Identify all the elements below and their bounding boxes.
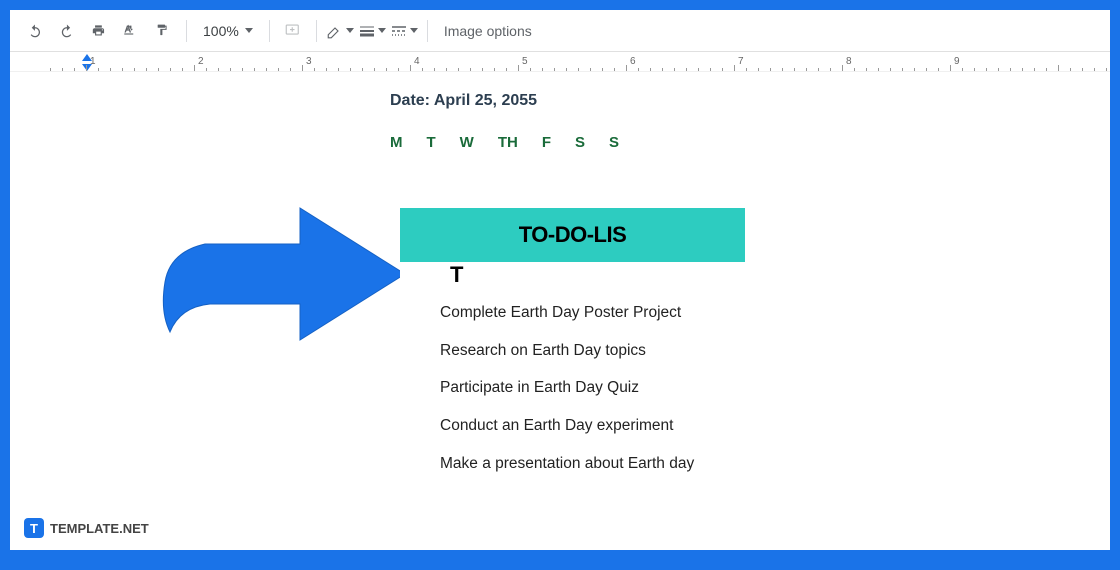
todo-item: Conduct an Earth Day experiment (440, 415, 725, 437)
redo-button[interactable] (52, 16, 82, 46)
ruler-number: 6 (630, 56, 636, 67)
toolbar-separator (316, 20, 317, 42)
todo-item: Complete Earth Day Poster Project (440, 302, 725, 324)
weekday-label: S (609, 134, 619, 151)
pointer-arrow-shape (150, 172, 410, 352)
ruler-number: 2 (198, 56, 204, 67)
horizontal-ruler[interactable]: 1 2 3 4 5 6 7 8 9 (10, 52, 1110, 72)
weekday-label: T (427, 134, 436, 151)
weekday-label: M (390, 134, 403, 151)
border-dash-button[interactable] (389, 16, 419, 46)
ruler-number: 8 (846, 56, 852, 67)
undo-button[interactable] (20, 16, 50, 46)
ruler-number: 4 (414, 56, 420, 67)
todo-item: Research on Earth Day topics (440, 340, 725, 362)
spellcheck-button[interactable]: A (116, 16, 146, 46)
image-options-button[interactable]: Image options (436, 23, 540, 39)
ruler-number: 5 (522, 56, 528, 67)
watermark-text: TEMPLATE.NET (50, 521, 149, 536)
chevron-down-icon (410, 28, 418, 33)
toolbar-separator (186, 20, 187, 42)
watermark: T TEMPLATE.NET (24, 518, 149, 538)
zoom-value: 100% (203, 23, 239, 39)
border-color-button[interactable] (325, 16, 355, 46)
paint-format-button[interactable] (148, 16, 178, 46)
toolbar-separator (269, 20, 270, 42)
ruler-number: 9 (954, 56, 960, 67)
watermark-icon: T (24, 518, 44, 538)
chevron-down-icon (245, 28, 253, 33)
todo-item: Participate in Earth Day Quiz (440, 377, 725, 399)
todo-item: Make a presentation about Earth day (440, 453, 725, 475)
chevron-down-icon (378, 28, 386, 33)
todo-items-list: Complete Earth Day Poster Project Researc… (400, 294, 745, 500)
weekday-label: S (575, 134, 585, 151)
ruler-number: 7 (738, 56, 744, 67)
ruler-number: 3 (306, 56, 312, 67)
document-canvas[interactable]: Date: April 25, 2055 M T W TH F S S TO-DO-LIS … (10, 72, 1110, 550)
todo-header-continuation: T (400, 262, 745, 294)
weekday-label: F (542, 134, 551, 151)
print-button[interactable] (84, 16, 114, 46)
border-weight-button[interactable] (357, 16, 387, 46)
date-text: Date: April 25, 2055 (390, 92, 537, 110)
add-comment-button[interactable] (278, 16, 308, 46)
app-frame: A 100% Image options 1 2 3 4 5 6 7 8 9 Date: Apr… (10, 10, 1110, 550)
toolbar: A 100% Image options (10, 10, 1110, 52)
toolbar-separator (427, 20, 428, 42)
zoom-dropdown[interactable]: 100% (195, 23, 261, 39)
todo-header: TO-DO-LIS (400, 208, 745, 262)
chevron-down-icon (346, 28, 354, 33)
weekday-label: TH (498, 134, 518, 151)
weekday-label: W (460, 134, 474, 151)
todo-list-widget: TO-DO-LIS T Complete Earth Day Poster Pr… (400, 208, 745, 500)
weekday-row: M T W TH F S S (390, 134, 619, 151)
ruler-number: 1 (90, 56, 96, 67)
